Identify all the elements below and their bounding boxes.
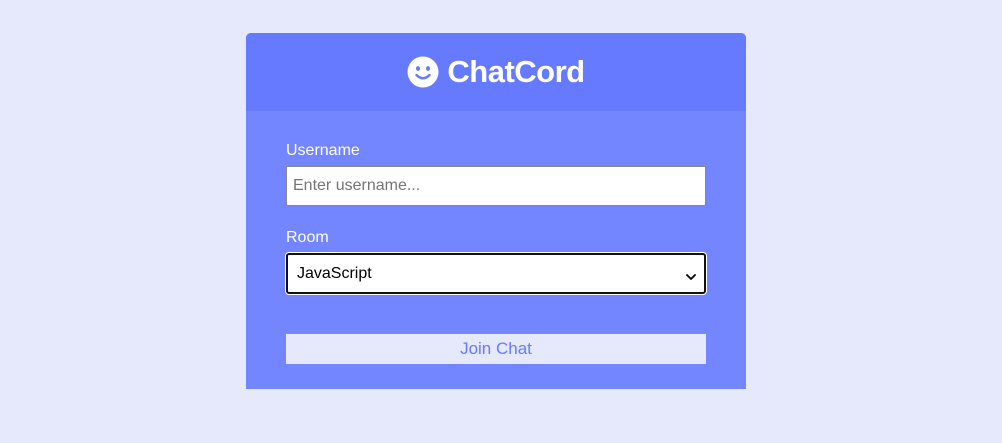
chevron-down-icon [686,269,696,280]
room-select[interactable]: JavaScript [286,253,706,294]
smile-icon [407,56,439,88]
join-form: Username Room JavaScript Join Chat [246,111,746,364]
username-label: Username [286,142,360,159]
room-control: Room JavaScript [286,228,706,294]
room-select-value: JavaScript [297,264,372,282]
join-chat-button[interactable]: Join Chat [286,334,706,364]
join-container: ChatCord Username Room JavaScript Join C… [246,33,746,389]
room-label: Room [286,229,329,246]
join-header: ChatCord [246,33,746,111]
username-control: Username [286,141,706,206]
username-input[interactable] [286,166,706,206]
app-title: ChatCord [447,54,585,89]
